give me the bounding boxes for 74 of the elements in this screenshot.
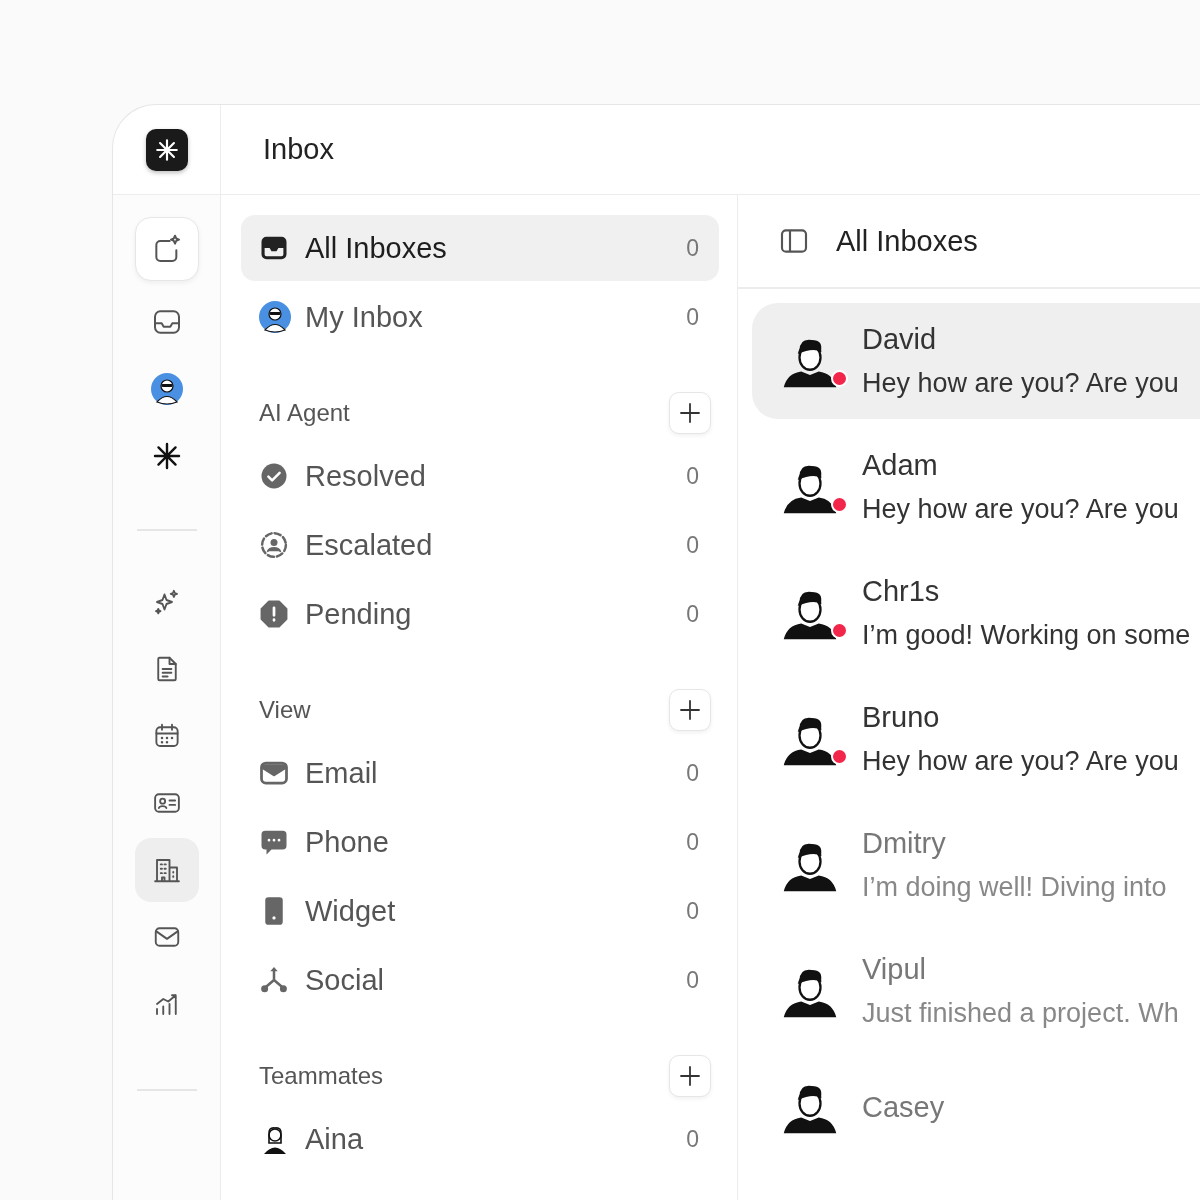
item-count: 0 bbox=[686, 600, 699, 628]
conversation-item[interactable]: Dmitry I’m doing well! Diving into bbox=[752, 807, 1200, 923]
plus-icon bbox=[679, 402, 701, 424]
item-label: Email bbox=[305, 756, 379, 790]
item-label: Phone bbox=[305, 825, 390, 859]
unread-dot bbox=[831, 496, 848, 513]
item-label: Escalated bbox=[305, 528, 434, 562]
item-count: 0 bbox=[686, 759, 699, 787]
sidebar-item[interactable]: Phone 0 bbox=[241, 809, 719, 875]
conversation-item[interactable]: Bruno Hey how are you? Are you bbox=[752, 681, 1200, 797]
item-label: Aina bbox=[305, 1122, 365, 1156]
item-label: Pending bbox=[305, 597, 413, 631]
item-count: 0 bbox=[686, 462, 699, 490]
add-button[interactable] bbox=[669, 392, 711, 434]
nodes-icon bbox=[259, 965, 289, 995]
conversation-item[interactable]: Casey bbox=[752, 1059, 1200, 1155]
sidebar-item[interactable]: All Inboxes 0 bbox=[241, 215, 719, 281]
item-count: 0 bbox=[686, 966, 699, 994]
sidebar-item[interactable]: Pending 0 bbox=[241, 581, 719, 647]
item-count: 0 bbox=[686, 303, 699, 331]
conversation-item[interactable]: Adam Hey how are you? Are you bbox=[752, 429, 1200, 545]
sidebar-item[interactable]: Widget 0 bbox=[241, 878, 719, 944]
message-preview: I’m doing well! Diving into bbox=[862, 872, 1167, 903]
user-avatar bbox=[259, 301, 291, 333]
section-title: AI Agent bbox=[259, 399, 350, 427]
item-label: My Inbox bbox=[305, 300, 424, 334]
unread-dot bbox=[831, 622, 848, 639]
check-circle-icon bbox=[259, 461, 289, 491]
section-title: Teammates bbox=[259, 1062, 384, 1090]
item-label: All Inboxes bbox=[305, 231, 448, 265]
sidebar-item[interactable]: Resolved 0 bbox=[241, 443, 719, 509]
sidebar-item[interactable]: Escalated 0 bbox=[241, 512, 719, 578]
app-logo-icon bbox=[145, 128, 188, 171]
contact-name: Bruno bbox=[862, 701, 941, 734]
message-preview: I’m good! Working on some bbox=[862, 620, 1191, 651]
message-preview: Hey how are you? Are you bbox=[862, 494, 1179, 525]
add-button[interactable] bbox=[669, 1055, 711, 1097]
sidebar-item[interactable]: Email 0 bbox=[241, 740, 719, 806]
compose-button[interactable] bbox=[134, 217, 199, 281]
conversation-item[interactable]: Chr1s I’m good! Working on some bbox=[752, 555, 1200, 671]
page-title: Inbox bbox=[263, 133, 334, 166]
plus-icon bbox=[679, 1065, 701, 1087]
contact-name: Dmitry bbox=[862, 827, 947, 860]
plus-icon bbox=[679, 699, 701, 721]
unread-dot bbox=[831, 370, 848, 387]
item-count: 0 bbox=[686, 531, 699, 559]
item-label: Resolved bbox=[305, 459, 427, 493]
contact-name: Chr1s bbox=[862, 575, 941, 608]
item-label: Widget bbox=[305, 894, 397, 928]
rail-button[interactable] bbox=[134, 838, 199, 902]
list-title: All Inboxes bbox=[836, 224, 978, 258]
sidebar-item[interactable]: My Inbox 0 bbox=[241, 284, 719, 350]
conversation-item[interactable]: David Hey how are you? Are you bbox=[752, 303, 1200, 419]
item-count: 0 bbox=[686, 1125, 699, 1153]
contact-name: Adam bbox=[862, 449, 939, 482]
message-preview: Hey how are you? Are you bbox=[862, 746, 1179, 777]
user-avatar bbox=[150, 373, 183, 405]
item-label: Social bbox=[305, 963, 385, 997]
item-count: 0 bbox=[686, 234, 699, 262]
contact-name: Casey bbox=[862, 1090, 945, 1124]
add-button[interactable] bbox=[669, 689, 711, 731]
item-count: 0 bbox=[686, 897, 699, 925]
contact-name: David bbox=[862, 323, 938, 356]
message-preview: Just finished a project. Wh bbox=[862, 998, 1179, 1029]
unread-dot bbox=[831, 748, 848, 765]
contact-name: Vipul bbox=[862, 953, 927, 986]
section-title: View bbox=[259, 696, 311, 724]
person-circle-icon bbox=[259, 530, 289, 560]
message-preview: Hey how are you? Are you bbox=[862, 368, 1179, 399]
alert-octagon-icon bbox=[259, 599, 289, 629]
item-count: 0 bbox=[686, 828, 699, 856]
conversation-item[interactable]: Vipul Just finished a project. Wh bbox=[752, 933, 1200, 1049]
sidebar-item[interactable]: Social 0 bbox=[241, 947, 719, 1013]
sidebar-item[interactable]: Aina 0 bbox=[241, 1106, 719, 1172]
